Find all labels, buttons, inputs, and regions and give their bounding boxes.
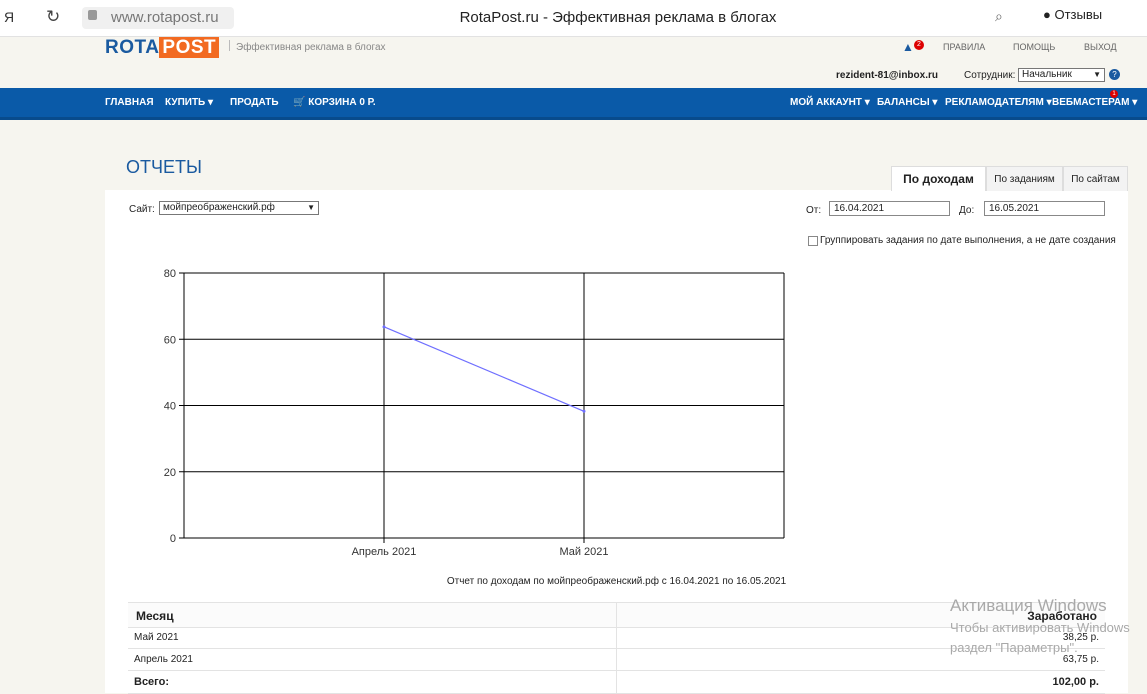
col-month-header: Месяц	[136, 609, 174, 623]
y-tick-label: 40	[164, 401, 176, 413]
activation-watermark-title: Активация Windows	[950, 596, 1107, 615]
data-point	[382, 325, 386, 329]
y-tick-label: 20	[164, 467, 176, 479]
y-tick-label: 80	[164, 268, 176, 280]
row-amount: 63,75 р.	[1062, 654, 1099, 665]
y-tick-label: 60	[164, 334, 176, 346]
activation-watermark-line2: Чтобы активировать Windows	[950, 620, 1130, 635]
column-divider	[616, 602, 617, 693]
x-tick-label: Май 2021	[559, 546, 608, 558]
row-month: Апрель 2021	[134, 654, 193, 665]
activation-watermark-line3: раздел "Параметры".	[950, 640, 1078, 655]
total-value: 102,00 р.	[1052, 676, 1099, 688]
data-point	[582, 409, 586, 413]
x-tick-label: Апрель 2021	[352, 546, 417, 558]
total-label: Всего:	[134, 676, 169, 688]
row-month: Май 2021	[134, 632, 179, 643]
income-chart: 0 20 40 60 80 Апрель 2021 Май 2021	[164, 268, 785, 558]
chart-caption: Отчет по доходам по мойпреображенский.рф…	[446, 576, 787, 587]
y-tick-label: 0	[170, 533, 176, 545]
